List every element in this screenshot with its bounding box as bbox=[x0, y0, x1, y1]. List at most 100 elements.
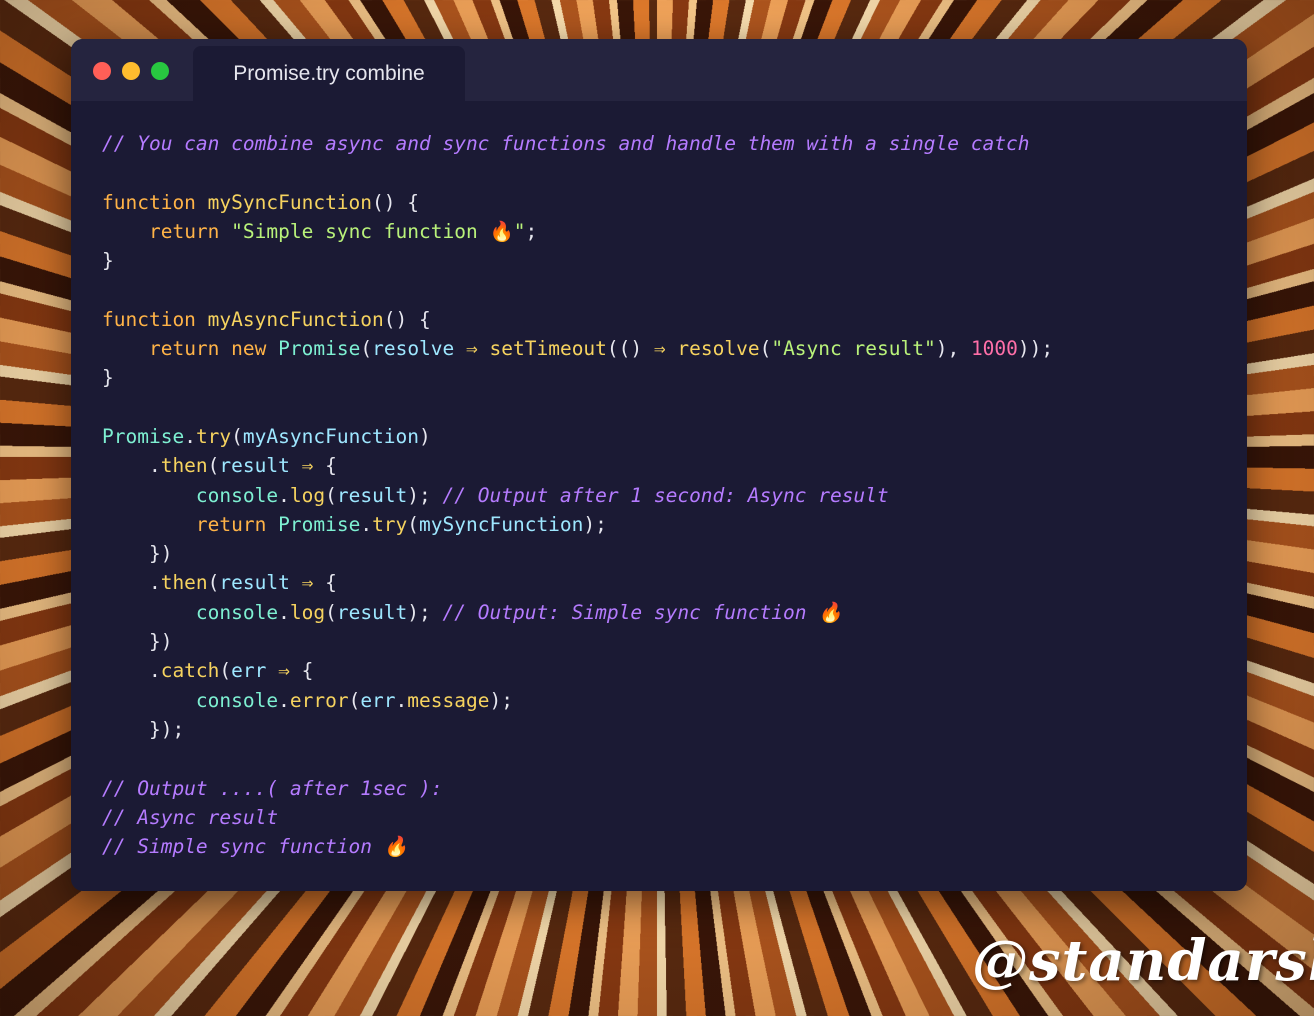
code-class: Promise bbox=[102, 424, 185, 448]
code-punctuation: ); bbox=[407, 483, 443, 507]
code-punctuation: }) bbox=[102, 630, 173, 654]
code-punctuation: ( bbox=[407, 512, 420, 536]
maximize-window-icon[interactable] bbox=[151, 62, 169, 80]
code-line: return "Simple sync function 🔥"; bbox=[102, 217, 1053, 246]
code-identifier: result bbox=[219, 571, 290, 595]
code-function: log bbox=[289, 600, 326, 624]
code-function: catch bbox=[160, 659, 220, 683]
code-identifier: result bbox=[336, 600, 408, 624]
code-punctuation: ( bbox=[207, 454, 220, 478]
code-function: log bbox=[289, 483, 326, 507]
code-punctuation: } bbox=[102, 249, 114, 273]
code-identifier: resolve bbox=[372, 337, 455, 361]
code-line: .then(result ⇒ { bbox=[102, 568, 1053, 597]
code-punctuation: ) bbox=[419, 424, 431, 448]
code-punctuation: . bbox=[102, 454, 161, 478]
code-line: } bbox=[102, 363, 1053, 392]
code-arrow: ⇒ bbox=[653, 337, 666, 361]
code-punctuation: { bbox=[325, 454, 337, 478]
code-function: try bbox=[195, 424, 232, 448]
code-comment: // You can combine async and sync functi… bbox=[102, 132, 1030, 155]
code-punctuation: . bbox=[278, 483, 290, 507]
code-punctuation: ); bbox=[489, 688, 513, 712]
code-punctuation bbox=[196, 191, 208, 214]
code-line: return new Promise(resolve ⇒ setTimeout(… bbox=[102, 334, 1053, 363]
close-window-icon[interactable] bbox=[93, 62, 111, 80]
code-line: console.log(result); // Output after 1 s… bbox=[102, 481, 1053, 510]
code-function: mySyncFunction bbox=[207, 190, 373, 214]
code-punctuation bbox=[666, 337, 678, 360]
code-punctuation bbox=[102, 337, 149, 360]
code-identifier: err bbox=[360, 688, 396, 712]
code-punctuation bbox=[266, 337, 278, 360]
code-identifier: result bbox=[336, 483, 408, 507]
code-keyword: function bbox=[102, 190, 196, 214]
code-function: myAsyncFunction bbox=[207, 307, 384, 331]
code-identifier: result bbox=[219, 454, 290, 478]
code-punctuation: () { bbox=[372, 190, 420, 214]
code-punctuation: ( bbox=[207, 571, 220, 595]
tab-title[interactable]: Promise.try combine bbox=[193, 46, 465, 102]
code-punctuation: { bbox=[325, 571, 337, 595]
code-punctuation: ( bbox=[360, 337, 373, 361]
code-punctuation: () { bbox=[383, 307, 431, 331]
code-punctuation: . bbox=[102, 659, 161, 683]
code-class: console bbox=[195, 600, 279, 624]
code-line: // You can combine async and sync functi… bbox=[102, 129, 1053, 158]
code-function: resolve bbox=[677, 337, 760, 361]
code-keyword: return bbox=[195, 512, 267, 536]
code-punctuation bbox=[219, 337, 231, 360]
code-punctuation: . bbox=[278, 600, 290, 624]
code-keyword: function bbox=[102, 307, 196, 331]
code-line: // Simple sync function 🔥 bbox=[102, 832, 1053, 861]
code-punctuation: . bbox=[102, 571, 161, 595]
code-string: "Async result" bbox=[771, 337, 936, 361]
code-keyword: return bbox=[148, 219, 220, 243]
code-punctuation: (() bbox=[606, 337, 654, 361]
code-string: "Simple sync function 🔥" bbox=[231, 219, 526, 243]
code-comment: // Output ....( after 1sec ): bbox=[102, 776, 443, 800]
code-punctuation: } bbox=[102, 366, 114, 390]
code-punctuation: . bbox=[184, 424, 196, 448]
code-punctuation: )); bbox=[1017, 337, 1054, 361]
code-punctuation: ( bbox=[759, 337, 772, 361]
code-number: 1000 bbox=[970, 337, 1018, 361]
code-identifier: mySyncFunction bbox=[419, 512, 584, 536]
code-punctuation: . bbox=[360, 512, 373, 536]
code-comment: // Output after 1 second: Async result bbox=[442, 483, 889, 507]
code-comment: // Simple sync function 🔥 bbox=[102, 835, 409, 859]
code-function: setTimeout bbox=[489, 337, 607, 361]
code-line: function myAsyncFunction() { bbox=[102, 305, 1053, 334]
code-line: // Output ....( after 1sec ): bbox=[102, 774, 1053, 803]
code-function: then bbox=[160, 571, 208, 595]
code-punctuation: . bbox=[278, 688, 290, 712]
code-punctuation: ( bbox=[231, 424, 243, 448]
code-identifier: myAsyncFunction bbox=[242, 424, 420, 448]
code-line: function mySyncFunction() { bbox=[102, 188, 1053, 217]
code-punctuation bbox=[219, 220, 231, 243]
code-punctuation: ), bbox=[935, 337, 971, 361]
code-line: }) bbox=[102, 539, 1053, 568]
code-punctuation: ( bbox=[325, 483, 337, 507]
code-function: try bbox=[372, 512, 408, 536]
code-punctuation bbox=[102, 689, 196, 712]
code-punctuation: ( bbox=[348, 688, 361, 712]
code-line: .catch(err ⇒ { bbox=[102, 656, 1053, 685]
code-line: Promise.try(myAsyncFunction) bbox=[102, 422, 1053, 451]
code-block: // You can combine async and sync functi… bbox=[102, 129, 1053, 861]
code-class: console bbox=[195, 688, 279, 712]
code-keyword: return bbox=[148, 337, 220, 361]
code-line: } bbox=[102, 246, 1053, 275]
code-line: }) bbox=[102, 627, 1053, 656]
code-arrow: ⇒ bbox=[454, 337, 490, 361]
code-keyword: new bbox=[231, 337, 267, 361]
code-punctuation: ); bbox=[407, 600, 443, 624]
code-identifier: err bbox=[231, 659, 267, 683]
code-punctuation bbox=[196, 308, 208, 331]
code-line: }); bbox=[102, 715, 1053, 744]
code-comment: // Output: Simple sync function 🔥 bbox=[442, 600, 843, 624]
minimize-window-icon[interactable] bbox=[122, 62, 140, 80]
